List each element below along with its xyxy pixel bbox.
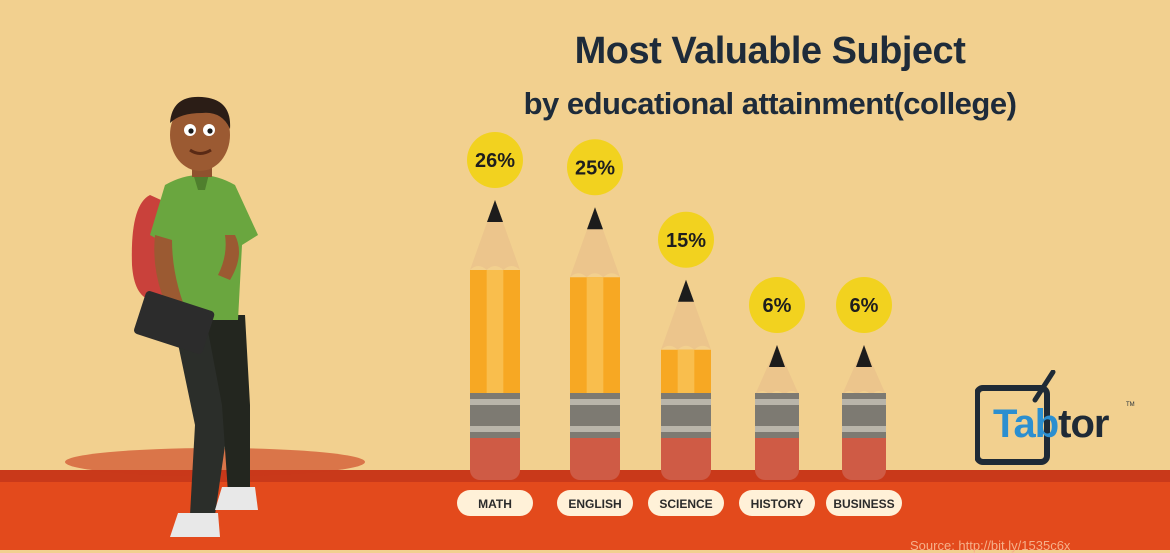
student-figure (131, 96, 258, 537)
pencil-bar-science (661, 279, 711, 480)
brand-trademark: TM (1126, 402, 1135, 408)
category-label-math: MATH (478, 497, 512, 511)
value-label-science: 15% (666, 230, 706, 252)
infographic: Most Valuable Subject by educational att… (0, 0, 1170, 553)
brand-logo-text: Tabtor (993, 402, 1109, 447)
value-label-history: 6% (763, 295, 792, 317)
pencil-bar-history (755, 345, 799, 480)
brand-rest: tor (1058, 402, 1109, 446)
value-label-math: 26% (475, 150, 515, 172)
pencil-bar-business (842, 345, 886, 480)
value-label-business: 6% (850, 295, 879, 317)
category-label-history: HISTORY (751, 497, 804, 511)
source-note: Source: http://bit.ly/1535c6x (910, 538, 1071, 553)
category-label-business: BUSINESS (833, 497, 894, 511)
category-label-science: SCIENCE (659, 497, 712, 511)
category-label-english: ENGLISH (568, 497, 621, 511)
pencil-bar-math (470, 200, 520, 480)
brand-first: Tab (993, 402, 1059, 446)
value-label-english: 25% (575, 157, 615, 179)
pencil-bar-english (570, 207, 620, 480)
